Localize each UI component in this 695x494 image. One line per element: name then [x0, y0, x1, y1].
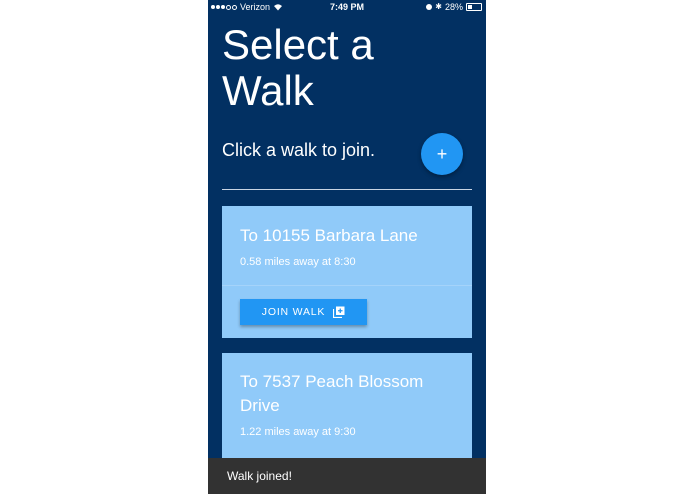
- walk-destination-line1: To 10155 Barbara Lane: [240, 226, 418, 245]
- snackbar: Walk joined!: [208, 458, 486, 494]
- walk-detail: 0.58 miles away at 8:30: [240, 256, 356, 268]
- page-subtitle: Click a walk to join.: [222, 140, 376, 160]
- bluetooth-icon: ✱: [435, 2, 442, 11]
- walk-destination-line1: To 7537 Peach Blossom: [240, 372, 424, 391]
- battery-icon: [466, 3, 482, 11]
- battery-percent: 28%: [444, 2, 463, 12]
- header-divider: [222, 189, 472, 190]
- snackbar-message: Walk joined!: [227, 469, 292, 483]
- walk-detail: 1.22 miles away at 9:30: [240, 426, 356, 438]
- card-divider: [222, 285, 472, 286]
- orientation-lock-icon: [426, 4, 433, 10]
- walk-destination-line2: Drive: [240, 396, 280, 415]
- walk-destination: To 10155 Barbara Lane: [240, 224, 460, 248]
- status-bar-right: ✱ 28%: [426, 0, 482, 14]
- app-screen: Verizon 7:49 PM ✱ 28% Select a Walk Clic…: [208, 0, 486, 494]
- join-walk-label: JOIN WALK: [261, 306, 326, 318]
- page-title: Select a Walk: [222, 22, 472, 114]
- walk-card[interactable]: To 10155 Barbara Lane 0.58 miles away at…: [222, 206, 472, 338]
- add-to-queue-icon: [333, 306, 345, 318]
- page-title-line1: Select a: [222, 21, 374, 68]
- page-title-line2: Walk: [222, 67, 314, 114]
- add-walk-button[interactable]: +: [421, 133, 463, 175]
- walk-destination: To 7537 Peach Blossom Drive: [240, 370, 460, 418]
- join-walk-button[interactable]: JOIN WALK: [240, 299, 367, 325]
- status-bar: Verizon 7:49 PM ✱ 28%: [208, 0, 486, 14]
